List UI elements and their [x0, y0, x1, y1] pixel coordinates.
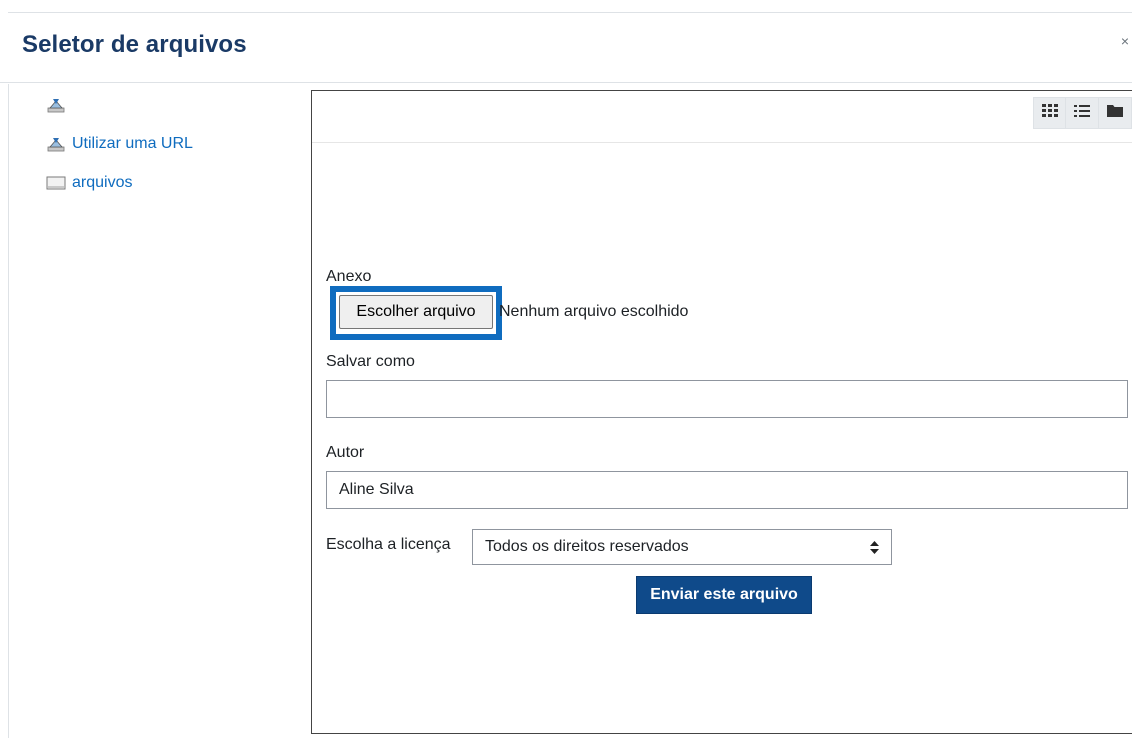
repository-item-url[interactable]: Utilizar uma URL	[46, 134, 296, 154]
folder-icon	[1107, 104, 1123, 122]
repository-upload-icon	[46, 96, 66, 114]
choose-file-button[interactable]: Escolher arquivo	[339, 295, 493, 329]
attachment-label: Anexo	[326, 268, 372, 285]
repository-item-files[interactable]: arquivos	[46, 173, 296, 193]
file-picker-dialog: Seletor de arquivos × Utilizar uma URL a…	[0, 0, 1132, 738]
list-icon	[1074, 104, 1090, 123]
repository-files-icon	[46, 174, 66, 192]
repository-item-label: arquivos	[72, 174, 133, 191]
author-input[interactable]	[326, 471, 1128, 509]
icons-view-button[interactable]	[1033, 97, 1066, 129]
grid-icon	[1041, 103, 1058, 123]
dialog-left-border	[8, 84, 9, 738]
license-select[interactable]: Todos os direitos reservados	[472, 529, 892, 565]
list-view-button[interactable]	[1066, 97, 1099, 129]
author-label: Autor	[326, 444, 365, 461]
repository-list: Utilizar uma URL arquivos	[46, 95, 296, 212]
file-picker-toolbar	[312, 91, 1132, 143]
tree-view-button[interactable]	[1099, 97, 1132, 129]
file-status-text: Nenhum arquivo escolhido	[499, 303, 689, 320]
repository-url-icon	[46, 135, 66, 153]
license-select-value: Todos os direitos reservados	[485, 538, 689, 555]
dialog-header: Seletor de arquivos ×	[0, 13, 1132, 83]
upload-file-button[interactable]: Enviar este arquivo	[636, 576, 812, 614]
license-label: Escolha a licença	[326, 536, 451, 553]
select-arrows-icon	[869, 540, 879, 554]
repository-item-upload[interactable]	[46, 95, 296, 115]
view-switcher	[1033, 97, 1132, 129]
save-as-label: Salvar como	[326, 353, 415, 370]
file-picker-content: Anexo Escolher arquivo Nenhum arquivo es…	[311, 90, 1132, 734]
save-as-input[interactable]	[326, 380, 1128, 418]
close-button[interactable]: ×	[1118, 33, 1132, 49]
repository-item-label: Utilizar uma URL	[72, 135, 193, 152]
dialog-title: Seletor de arquivos	[22, 31, 247, 58]
